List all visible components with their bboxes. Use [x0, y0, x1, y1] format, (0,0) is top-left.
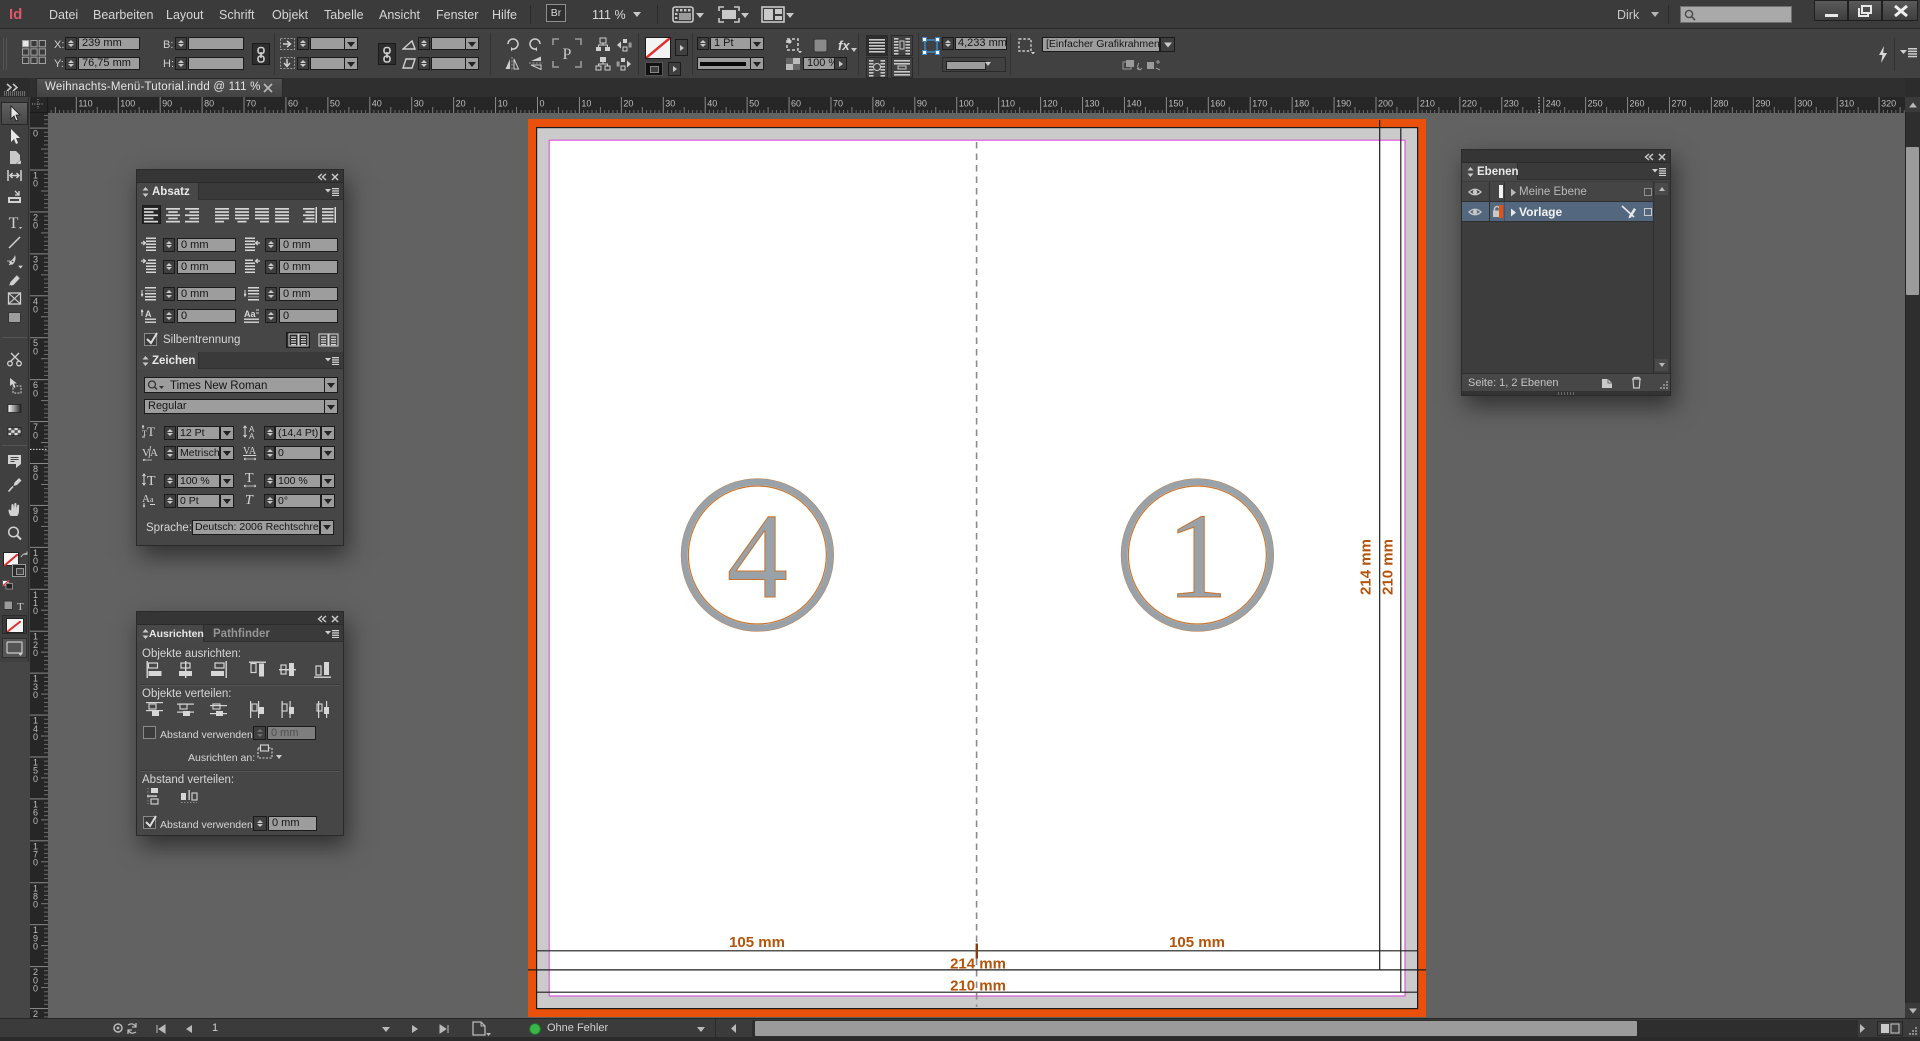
svg-text:120: 120 — [1043, 99, 1058, 109]
svg-text:105 mm: 105 mm — [1169, 934, 1225, 951]
svg-text:0: 0 — [33, 900, 38, 910]
svg-text:T: T — [147, 474, 156, 488]
svg-text:0: 0 — [33, 263, 38, 273]
svg-text:50: 50 — [330, 99, 340, 109]
svg-text:40: 40 — [372, 99, 382, 109]
svg-text:A: A — [150, 447, 158, 459]
svg-text:210 mm: 210 mm — [1380, 539, 1397, 595]
svg-text:T: T — [147, 424, 155, 439]
svg-text:100: 100 — [959, 99, 974, 109]
svg-text:A: A — [249, 432, 255, 440]
svg-text:60: 60 — [288, 99, 298, 109]
svg-text:210 mm: 210 mm — [950, 978, 1006, 995]
svg-text:260: 260 — [1630, 99, 1645, 109]
svg-text:160: 160 — [1210, 99, 1225, 109]
svg-text:0: 0 — [33, 472, 38, 482]
svg-text:0: 0 — [33, 430, 38, 440]
svg-text:T: T — [17, 601, 24, 611]
svg-text:T: T — [9, 215, 19, 231]
svg-text:10: 10 — [581, 99, 591, 109]
svg-text:4: 4 — [727, 489, 788, 624]
svg-text:0: 0 — [33, 942, 38, 952]
svg-text:50: 50 — [749, 99, 759, 109]
svg-text:20: 20 — [456, 99, 466, 109]
svg-text:290: 290 — [1755, 99, 1770, 109]
svg-text:0: 0 — [33, 305, 38, 315]
svg-text:VA: VA — [243, 446, 257, 457]
svg-text:0: 0 — [33, 858, 38, 868]
svg-text:Aa: Aa — [244, 309, 256, 319]
svg-text:0: 0 — [33, 388, 38, 398]
svg-text:20: 20 — [623, 99, 633, 109]
svg-text:10: 10 — [498, 99, 508, 109]
svg-text:230: 230 — [1504, 99, 1519, 109]
svg-text:320: 320 — [1881, 99, 1896, 109]
svg-text:214 mm: 214 mm — [950, 956, 1006, 973]
svg-text:0: 0 — [33, 221, 38, 231]
svg-text:240: 240 — [1546, 99, 1561, 109]
svg-text:300: 300 — [1797, 99, 1812, 109]
svg-text:100: 100 — [120, 99, 135, 109]
svg-text:0: 0 — [33, 984, 38, 994]
svg-text:310: 310 — [1839, 99, 1854, 109]
svg-text:T: T — [245, 493, 254, 508]
svg-text:214 mm: 214 mm — [1358, 539, 1375, 595]
svg-text:280: 280 — [1713, 99, 1728, 109]
svg-text:1: 1 — [1167, 489, 1228, 624]
svg-text:0: 0 — [540, 99, 545, 109]
svg-text:110: 110 — [1001, 99, 1015, 109]
svg-text:0: 0 — [33, 129, 38, 139]
svg-text:70: 70 — [833, 99, 843, 109]
svg-text:80: 80 — [204, 99, 214, 109]
svg-text:0: 0 — [33, 816, 38, 826]
svg-text:70: 70 — [246, 99, 256, 109]
svg-text:a: a — [150, 495, 154, 504]
svg-text:0: 0 — [33, 690, 38, 700]
svg-text:270: 270 — [1671, 99, 1686, 109]
svg-text:90: 90 — [917, 99, 927, 109]
svg-text:130: 130 — [1085, 99, 1100, 109]
svg-text:0: 0 — [33, 732, 38, 742]
svg-text:0: 0 — [33, 514, 38, 524]
svg-text:190: 190 — [1336, 99, 1351, 109]
svg-text:0: 0 — [33, 346, 38, 356]
svg-text:180: 180 — [1294, 99, 1309, 109]
svg-text:0: 0 — [33, 648, 38, 658]
svg-text:250: 250 — [1588, 99, 1603, 109]
svg-text:40: 40 — [707, 99, 717, 109]
svg-text:30: 30 — [414, 99, 424, 109]
svg-text:30: 30 — [665, 99, 675, 109]
svg-text:P: P — [563, 46, 572, 63]
svg-text:210: 210 — [1420, 99, 1435, 109]
svg-text:60: 60 — [791, 99, 801, 109]
svg-text:A: A — [145, 309, 152, 319]
svg-text:220: 220 — [1462, 99, 1477, 109]
svg-text:105 mm: 105 mm — [729, 934, 785, 951]
svg-text:150: 150 — [1168, 99, 1183, 109]
svg-text:170: 170 — [1252, 99, 1267, 109]
svg-text:90: 90 — [162, 99, 172, 109]
svg-text:0: 0 — [33, 564, 38, 574]
svg-text:80: 80 — [875, 99, 885, 109]
svg-text:140: 140 — [1126, 99, 1141, 109]
svg-text:0: 0 — [33, 774, 38, 784]
svg-text:110: 110 — [78, 99, 92, 109]
svg-text:T: T — [245, 472, 254, 486]
svg-text:200: 200 — [1378, 99, 1393, 109]
svg-text:A: A — [142, 493, 150, 505]
svg-text:0: 0 — [33, 606, 38, 616]
svg-text:0: 0 — [33, 179, 38, 189]
